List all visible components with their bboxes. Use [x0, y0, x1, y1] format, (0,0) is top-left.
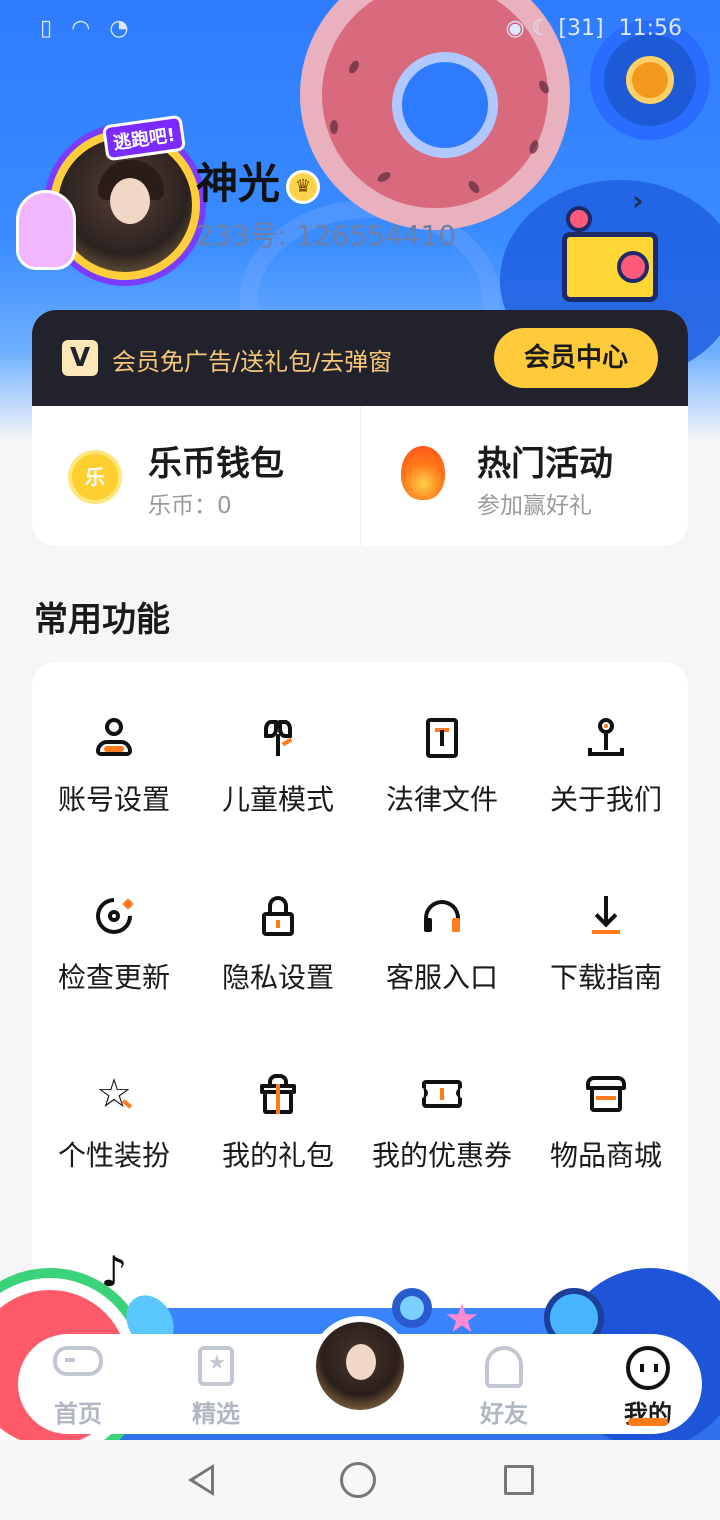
ghost-icon	[479, 1346, 529, 1390]
ring-illustration	[392, 1288, 432, 1328]
func-label: 下载指南	[549, 961, 662, 994]
user-id: 233号: 126554410	[196, 219, 457, 252]
username-text: 神光	[196, 159, 281, 208]
headset-icon	[420, 894, 464, 938]
func-privacy-settings[interactable]: 隐私设置	[196, 854, 360, 1004]
events-subtitle: 参加赢好礼	[477, 493, 592, 519]
func-label: 物品商城	[549, 1139, 662, 1172]
events-title: 热门活动	[477, 444, 613, 484]
func-account-settings[interactable]: 账号设置	[32, 676, 196, 826]
download-icon	[584, 894, 628, 938]
vip-promo-bar[interactable]: V 会员免广告/送礼包/去弹窗 会员中心	[32, 310, 688, 406]
home-icon[interactable]	[340, 1462, 376, 1498]
avatar-frame-character	[16, 190, 76, 270]
face-icon	[623, 1346, 673, 1390]
status-right-icons: ◉ ☾ [31] 11:56	[505, 16, 682, 41]
func-customer-service[interactable]: 客服入口	[360, 854, 524, 1004]
tab-featured[interactable]: 精选	[166, 1334, 266, 1434]
system-nav-bar	[0, 1440, 720, 1520]
battery-level: 31	[567, 16, 595, 41]
wifi-icon: ◠	[71, 16, 97, 41]
refresh-icon	[88, 890, 140, 942]
func-check-update[interactable]: 检查更新	[32, 854, 196, 1004]
func-label: 关于我们	[549, 783, 662, 816]
username: 神光 ♛	[196, 150, 321, 211]
func-personalization[interactable]: ☆ 个性装扮	[32, 1032, 196, 1182]
tab-label: 精选	[192, 1400, 240, 1428]
func-about-us[interactable]: 关于我们	[524, 676, 688, 826]
wallet-title: 乐币钱包	[148, 444, 284, 484]
func-item-store[interactable]: 物品商城	[524, 1032, 688, 1182]
donut-seed	[330, 120, 338, 134]
tab-center-avatar[interactable]	[310, 1316, 410, 1416]
star-icon: ☆	[96, 1071, 133, 1117]
hot-events-entry[interactable]: 热门活动 参加赢好礼	[360, 406, 688, 546]
tab-home[interactable]: 首页	[28, 1334, 128, 1434]
data-icon: ◔	[109, 16, 135, 41]
fire-icon	[401, 446, 445, 500]
status-time: 11:56	[618, 16, 682, 41]
wallet-entry[interactable]: 乐 乐币钱包 乐币：0	[32, 406, 360, 546]
vip-center-button[interactable]: 会员中心	[494, 328, 658, 388]
func-legal-documents[interactable]: 法律文件	[360, 676, 524, 826]
func-download-guide[interactable]: 下载指南	[524, 854, 688, 1004]
func-label: 检查更新	[57, 961, 170, 994]
tab-friends[interactable]: 好友	[454, 1334, 554, 1434]
document-icon	[420, 716, 464, 760]
gift-icon	[256, 1072, 300, 1116]
featured-icon	[191, 1346, 241, 1390]
moon-icon: ☾	[531, 16, 552, 41]
lock-icon	[256, 894, 300, 938]
avatar-face	[346, 1344, 376, 1380]
func-label: 账号设置	[57, 783, 170, 816]
user-icon	[92, 716, 136, 760]
wallet-balance: 乐币：0	[148, 493, 232, 519]
avatar-face	[110, 178, 150, 224]
vip-logo-icon: V	[62, 340, 98, 376]
func-label: 个性装扮	[57, 1139, 170, 1172]
profile-avatar[interactable]: 逃跑吧!	[16, 110, 200, 285]
tab-label: 好友	[480, 1400, 528, 1428]
vip-promo-text: 会员免广告/送礼包/去弹窗	[112, 348, 393, 376]
sprout-icon	[256, 716, 300, 760]
func-label: 儿童模式	[221, 783, 334, 816]
eye-icon: ◉	[505, 16, 525, 41]
func-label: 我的礼包	[221, 1139, 334, 1172]
shop-icon	[584, 1072, 628, 1116]
pin-icon	[584, 716, 628, 760]
coin-icon: 乐	[68, 450, 122, 504]
back-icon[interactable]	[182, 1462, 222, 1498]
sim-alert-icon: ▯	[40, 16, 59, 41]
func-my-coupons[interactable]: 我的优惠券	[360, 1032, 524, 1182]
gamepad-icon	[53, 1346, 103, 1390]
active-tab-indicator	[628, 1418, 668, 1426]
battery-icon: [31]	[558, 16, 604, 41]
status-bar: ▯ ◠ ◔ ◉ ☾ [31] 11:56	[0, 0, 720, 56]
func-label: 隐私设置	[221, 961, 334, 994]
func-kids-mode[interactable]: 儿童模式	[196, 676, 360, 826]
ticket-icon	[418, 1072, 466, 1116]
crown-icon: ♛	[286, 169, 321, 204]
bottom-tab-bar: 首页 精选 好友 我的	[18, 1316, 702, 1434]
section-title: 常用功能	[34, 600, 170, 640]
joystick-knob-illustration	[566, 206, 592, 232]
vip-card: V 会员免广告/送礼包/去弹窗 会员中心 乐 乐币钱包 乐币：0 热门活动 参加…	[32, 310, 688, 546]
func-my-gifts[interactable]: 我的礼包	[196, 1032, 360, 1182]
func-label: 法律文件	[385, 783, 498, 816]
joystick-illustration	[562, 232, 658, 302]
tab-mine[interactable]: 我的	[598, 1334, 698, 1434]
func-label: 我的优惠券	[371, 1139, 512, 1172]
tab-label: 首页	[54, 1400, 102, 1428]
status-left-icons: ▯ ◠ ◔	[40, 16, 135, 41]
func-label: 客服入口	[385, 961, 498, 994]
chevron-right-icon[interactable]: ›	[632, 184, 644, 217]
recents-icon[interactable]	[504, 1465, 534, 1495]
